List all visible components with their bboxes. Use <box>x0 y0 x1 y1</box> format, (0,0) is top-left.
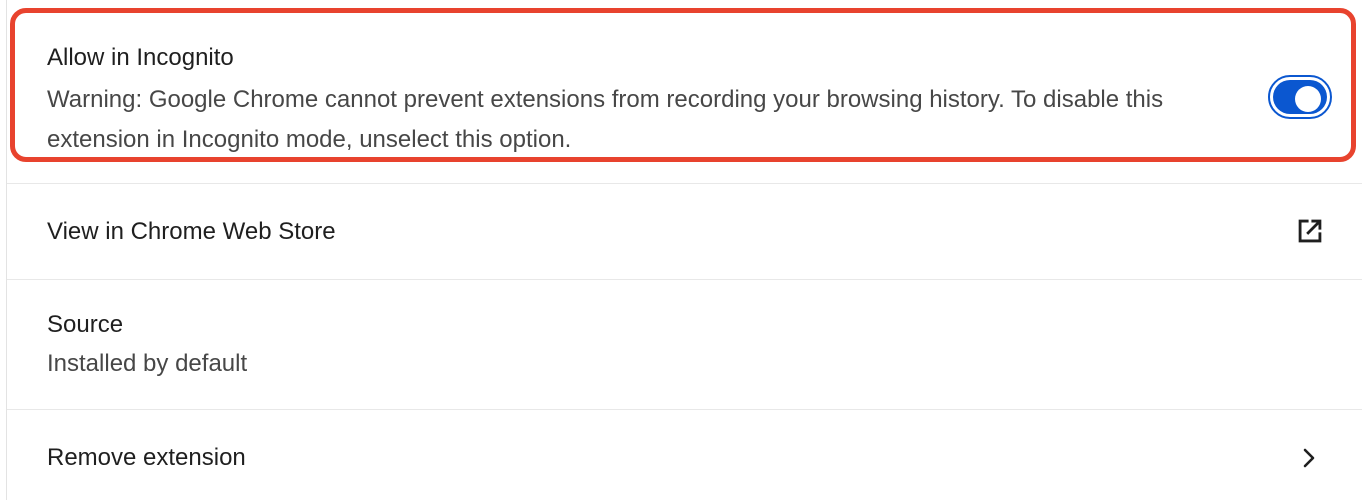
allow-incognito-row: Allow in Incognito Warning: Google Chrom… <box>7 0 1362 182</box>
remove-extension-label: Remove extension <box>47 444 246 471</box>
view-in-web-store-label: View in Chrome Web Store <box>47 218 336 245</box>
open-in-new-icon[interactable] <box>1293 214 1327 248</box>
toggle-knob <box>1295 86 1321 112</box>
remove-extension-row[interactable]: Remove extension <box>7 410 1362 500</box>
source-row: Source Installed by default <box>7 280 1362 408</box>
allow-incognito-toggle[interactable] <box>1268 75 1332 119</box>
extension-details-panel: Allow in Incognito Warning: Google Chrom… <box>6 0 1362 500</box>
view-in-web-store-row[interactable]: View in Chrome Web Store <box>7 184 1362 278</box>
source-title: Source <box>47 311 124 338</box>
allow-incognito-warning: Warning: Google Chrome cannot prevent ex… <box>47 86 1164 153</box>
source-value: Installed by default <box>47 350 248 377</box>
chevron-right-icon[interactable] <box>1297 444 1321 472</box>
toggle-track <box>1273 80 1327 114</box>
allow-incognito-title: Allow in Incognito <box>47 44 234 71</box>
